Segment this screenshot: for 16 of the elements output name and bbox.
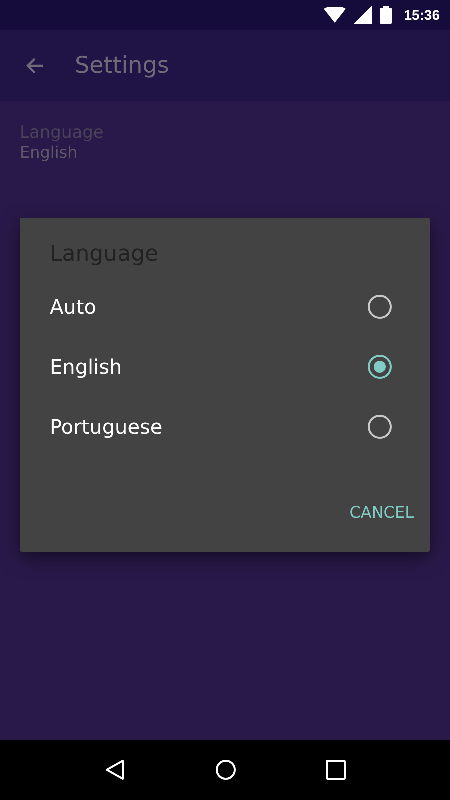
option-label[interactable]: Auto xyxy=(50,295,96,319)
signal-icon xyxy=(354,6,372,24)
radio-button[interactable] xyxy=(367,354,393,380)
option-label[interactable]: English xyxy=(50,355,122,379)
clock: 15:36 xyxy=(404,7,440,23)
recents-icon[interactable] xyxy=(326,760,346,780)
wifi-icon xyxy=(324,7,346,23)
radio-button[interactable] xyxy=(367,294,393,320)
back-icon[interactable] xyxy=(104,759,126,781)
home-icon[interactable] xyxy=(214,759,237,781)
radio-button[interactable] xyxy=(367,414,393,440)
option-label[interactable]: Portuguese xyxy=(50,415,163,439)
screen-title: Settings xyxy=(75,52,170,78)
setting-value: English xyxy=(20,143,79,162)
cancel-button[interactable]: CANCEL xyxy=(342,497,422,528)
battery-icon xyxy=(380,6,392,24)
